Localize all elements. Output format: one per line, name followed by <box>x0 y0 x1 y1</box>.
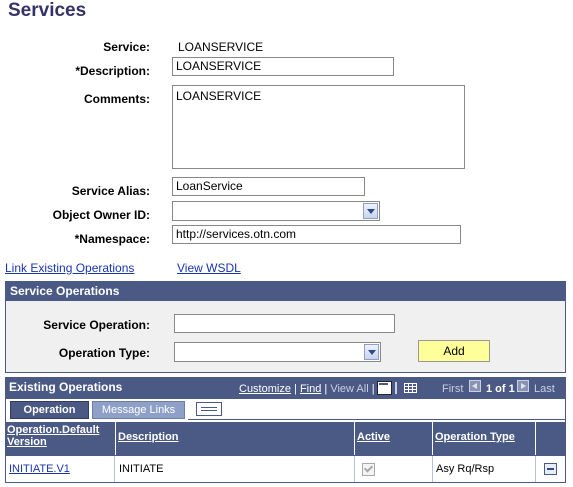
service-operation-field[interactable] <box>174 314 395 333</box>
column-header-description[interactable]: Description <box>116 422 355 455</box>
grid-icon[interactable] <box>404 380 417 393</box>
column-header-actions <box>536 422 566 455</box>
operation-type-select-value <box>175 343 178 357</box>
row-actions-cell <box>536 456 565 482</box>
new-window-icon[interactable] <box>377 381 392 395</box>
service-value: LOANSERVICE <box>178 40 264 54</box>
customize-link[interactable]: Customize <box>239 383 291 395</box>
pager-text: 1 of 1 <box>486 383 515 395</box>
description-field[interactable]: LOANSERVICE <box>172 57 394 76</box>
namespace-field[interactable]: http://services.otn.com <box>172 225 461 244</box>
row-operation-cell: INITIATE.V1 <box>6 456 115 482</box>
owner-select[interactable] <box>172 201 380 221</box>
show-all-columns-icon[interactable] <box>196 402 222 416</box>
service-operation-label: Service Operation: <box>43 318 150 332</box>
next-arrow-icon[interactable] <box>517 380 529 392</box>
operation-type-label: Operation Type: <box>58 346 150 360</box>
view-all-link[interactable]: View All <box>330 383 368 395</box>
delete-row-icon[interactable] <box>544 463 557 475</box>
existing-operations-title: Existing Operations <box>9 380 123 394</box>
owner-label: Object Owner ID: <box>52 208 150 222</box>
alias-label: Service Alias: <box>71 184 150 198</box>
first-link[interactable]: First <box>442 383 463 395</box>
operation-type-select[interactable] <box>174 342 381 362</box>
tab-operation[interactable]: Operation <box>10 401 89 419</box>
separator: | <box>294 383 297 395</box>
separator: | <box>324 383 328 395</box>
chevron-down-icon[interactable] <box>363 203 378 219</box>
find-link[interactable]: Find <box>300 383 321 395</box>
row-description-cell: INITIATE <box>116 456 355 482</box>
tab-message-links[interactable]: Message Links <box>92 401 185 419</box>
comments-field[interactable]: LOANSERVICE <box>172 85 465 169</box>
link-existing-operations-link[interactable]: Link Existing Operations <box>5 261 134 275</box>
operation-link[interactable]: INITIATE.V1 <box>9 463 70 475</box>
row-operation-type-cell: Asy Rq/Rsp <box>433 456 536 482</box>
chevron-down-icon[interactable] <box>364 344 379 360</box>
alias-field[interactable]: LoanService <box>172 177 365 196</box>
description-label: *Description: <box>75 64 150 78</box>
service-operations-header: Service Operations <box>5 281 566 301</box>
separator-bar <box>395 382 397 394</box>
tab-strip: Operation Message Links <box>5 399 566 422</box>
service-operations-panel <box>5 301 566 373</box>
service-label: Service: <box>103 40 150 54</box>
owner-select-value <box>173 202 176 216</box>
add-button[interactable]: Add <box>418 340 490 362</box>
separator: | <box>371 383 375 395</box>
page-title: Services <box>8 0 87 21</box>
row-active-cell <box>355 456 433 482</box>
column-header-operation[interactable]: Operation.Default Version <box>5 422 116 455</box>
last-link[interactable]: Last <box>534 383 555 395</box>
active-checkbox[interactable] <box>362 462 375 476</box>
namespace-label: *Namespace: <box>74 232 150 246</box>
comments-label: Comments: <box>83 92 150 106</box>
column-header-active[interactable]: Active <box>355 422 433 455</box>
column-header-operation-type[interactable]: Operation Type <box>433 422 536 455</box>
view-wsdl-link[interactable]: View WSDL <box>177 261 241 275</box>
prev-arrow-icon[interactable] <box>469 380 481 392</box>
